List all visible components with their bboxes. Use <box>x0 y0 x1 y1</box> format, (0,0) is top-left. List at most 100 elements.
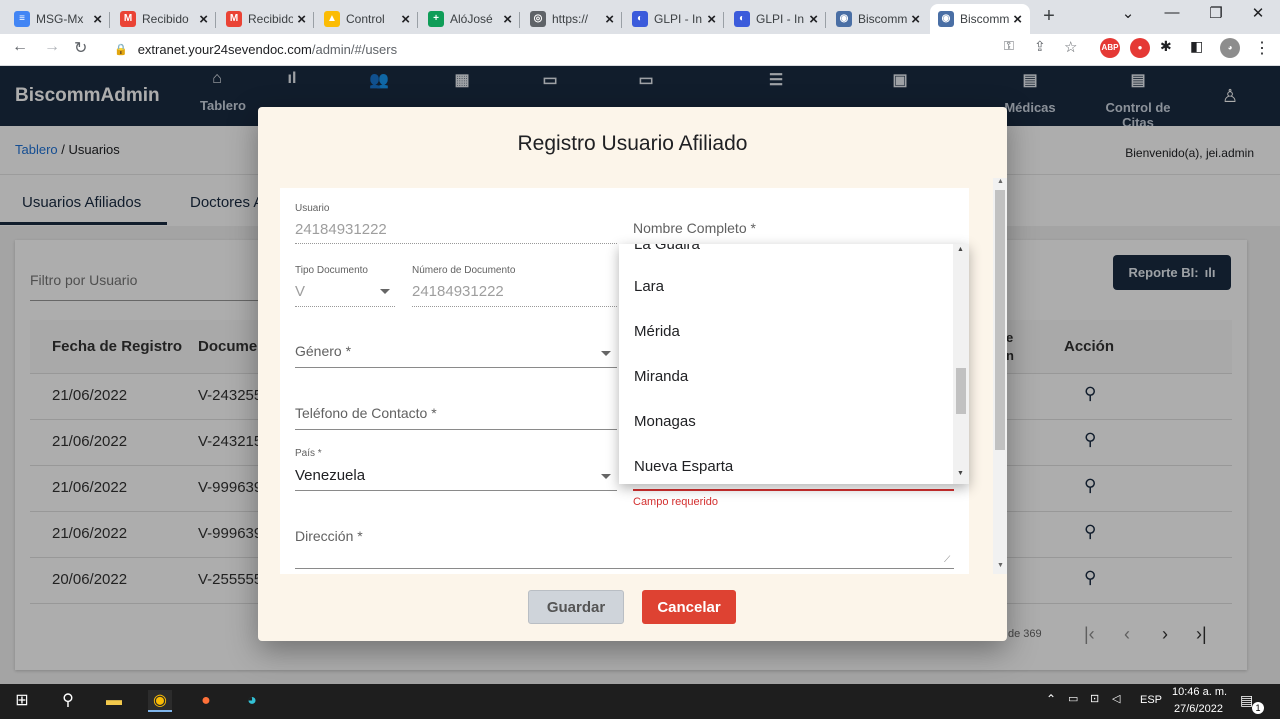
share-icon[interactable]: ⇪ <box>1034 38 1046 55</box>
numero-documento-label: Número de Documento <box>412 265 516 276</box>
dropdown-option[interactable]: Miranda <box>634 368 688 385</box>
url-bar[interactable]: 🔒 extranet.your24sevendoc.com/admin/#/us… <box>104 37 994 61</box>
close-window-button[interactable]: ✕ <box>1236 4 1280 22</box>
scroll-down-icon[interactable]: ▼ <box>997 562 1004 569</box>
dialog-scrollbar-thumb[interactable] <box>995 190 1005 450</box>
browser-tab[interactable]: ◉ Biscomm × <box>828 4 928 34</box>
close-tab-icon[interactable]: × <box>809 11 818 28</box>
extensions-puzzle-icon[interactable]: ✱ <box>1160 38 1172 55</box>
adblock-icon[interactable]: ABP <box>1100 38 1120 58</box>
browser-menu-icon[interactable]: ⋮ <box>1254 38 1270 58</box>
pais-select[interactable]: Venezuela <box>295 467 365 484</box>
tab-separator <box>825 12 826 28</box>
tab-title: Recibido <box>142 12 189 26</box>
clock-time[interactable]: 10:46 a. m. <box>1172 686 1227 698</box>
chevron-down-icon <box>601 351 611 356</box>
dropdown-option[interactable]: Nueva Esparta <box>634 458 733 475</box>
url-path: /admin/#/users <box>311 41 398 57</box>
new-tab-button[interactable]: + <box>1036 4 1062 30</box>
chevron-down-icon <box>380 289 390 294</box>
genero-select[interactable]: Género * <box>295 343 351 359</box>
tab-separator <box>723 12 724 28</box>
scroll-up-icon[interactable]: ▲ <box>997 178 1004 185</box>
resize-handle-icon[interactable]: ⟋ <box>944 554 950 565</box>
tab-favicon-icon: ◉ <box>938 11 954 27</box>
usuario-field[interactable]: 24184931222 <box>295 221 387 238</box>
tab-separator <box>417 12 418 28</box>
pais-underline <box>295 490 617 491</box>
firefox-icon[interactable]: ● <box>194 690 218 712</box>
language-indicator[interactable]: ESP <box>1140 694 1162 706</box>
close-tab-icon[interactable]: × <box>503 11 512 28</box>
browser-tab[interactable]: ◉ Biscomm × <box>930 4 1030 34</box>
volume-icon[interactable]: ◁ <box>1112 692 1120 705</box>
cancel-button[interactable]: Cancelar <box>642 590 736 624</box>
extension-red-icon[interactable]: ● <box>1130 38 1150 58</box>
browser-tab[interactable]: ◐ GLPI - In × <box>726 4 826 34</box>
dialog-title: Registro Usuario Afiliado <box>517 132 748 155</box>
tab-favicon-icon: ◉ <box>836 11 852 27</box>
browser-tab[interactable]: ◎ https:// × <box>522 4 622 34</box>
file-explorer-icon[interactable]: ▬ <box>102 690 126 712</box>
scroll-up-icon[interactable]: ▲ <box>957 246 964 253</box>
battery-icon[interactable]: ▭ <box>1068 692 1078 705</box>
direccion-field[interactable]: Dirección * <box>295 528 363 544</box>
estado-dropdown-panel: La Guaira Lara Mérida Miranda Monagas Nu… <box>619 244 969 484</box>
scroll-down-icon[interactable]: ▼ <box>957 470 964 477</box>
close-tab-icon[interactable]: × <box>297 11 306 28</box>
save-button[interactable]: Guardar <box>528 590 624 624</box>
dropdown-option[interactable]: Mérida <box>634 323 680 340</box>
search-icon[interactable]: ⚲ <box>56 690 80 712</box>
minimize-button[interactable]: — <box>1150 4 1194 21</box>
dropdown-option[interactable]: Monagas <box>634 413 696 430</box>
close-tab-icon[interactable]: × <box>199 11 208 28</box>
bookmark-star-icon[interactable]: ☆ <box>1064 38 1077 56</box>
edge-icon[interactable]: ◕ <box>240 690 264 712</box>
tab-favicon-icon: ≡ <box>14 11 30 27</box>
network-icon[interactable]: ⊡ <box>1090 692 1099 705</box>
dialog-scrollbar[interactable]: ▲ ▼ <box>993 178 1007 574</box>
browser-tab[interactable]: ◐ GLPI - In × <box>624 4 724 34</box>
browser-tab[interactable]: + AlóJosé × <box>420 4 520 34</box>
tipo-documento-select[interactable]: V <box>295 283 305 300</box>
browser-tab[interactable]: ▲ Control × <box>316 4 418 34</box>
browser-tab[interactable]: M Recibido × <box>112 4 216 34</box>
telefono-field[interactable]: Teléfono de Contacto * <box>295 405 437 421</box>
side-panel-icon[interactable]: ◧ <box>1190 38 1203 55</box>
browser-tab[interactable]: ≡ MSG-Mx × <box>6 4 110 34</box>
tab-title: AlóJosé <box>450 12 493 26</box>
tab-search-icon[interactable]: ⌄ <box>1106 4 1150 22</box>
forward-icon[interactable]: → <box>44 38 60 56</box>
close-tab-icon[interactable]: × <box>911 11 920 28</box>
telefono-underline <box>295 429 617 430</box>
tab-separator <box>215 12 216 28</box>
dropdown-option[interactable]: La Guaira <box>634 244 700 253</box>
chrome-icon[interactable]: ◉ <box>148 690 172 712</box>
browser-tab[interactable]: M Recibido × <box>218 4 314 34</box>
nombre-completo-field[interactable]: Nombre Completo * <box>633 220 756 236</box>
dropdown-option[interactable]: Lara <box>634 278 664 295</box>
tab-separator <box>519 12 520 28</box>
close-tab-icon[interactable]: × <box>93 11 102 28</box>
tab-favicon-icon: M <box>120 11 136 27</box>
tray-arrow-icon[interactable]: ⌃ <box>1046 692 1056 706</box>
numero-documento-field[interactable]: 24184931222 <box>412 283 504 300</box>
tab-title: Control <box>346 12 385 26</box>
back-icon[interactable]: ← <box>12 38 28 56</box>
close-tab-icon[interactable]: × <box>401 11 410 28</box>
clock-date[interactable]: 27/6/2022 <box>1174 703 1223 715</box>
windows-start-icon[interactable]: ⊞ <box>10 690 34 712</box>
dropdown-scrollbar-thumb[interactable] <box>956 368 966 414</box>
tab-favicon-icon: ◐ <box>734 11 750 27</box>
genero-underline <box>295 367 617 368</box>
tab-title: GLPI - In <box>756 12 805 26</box>
close-tab-icon[interactable]: × <box>707 11 716 28</box>
key-icon[interactable]: ⚿ <box>1004 38 1014 54</box>
tab-favicon-icon: M <box>226 11 242 27</box>
close-tab-icon[interactable]: × <box>605 11 614 28</box>
profile-avatar[interactable]: ◕ <box>1220 38 1240 58</box>
reload-icon[interactable]: ↻ <box>74 38 87 58</box>
close-tab-icon[interactable]: × <box>1013 11 1022 28</box>
dropdown-scrollbar[interactable]: ▲ ▼ <box>953 244 969 484</box>
restore-button[interactable]: ❐ <box>1194 4 1238 22</box>
